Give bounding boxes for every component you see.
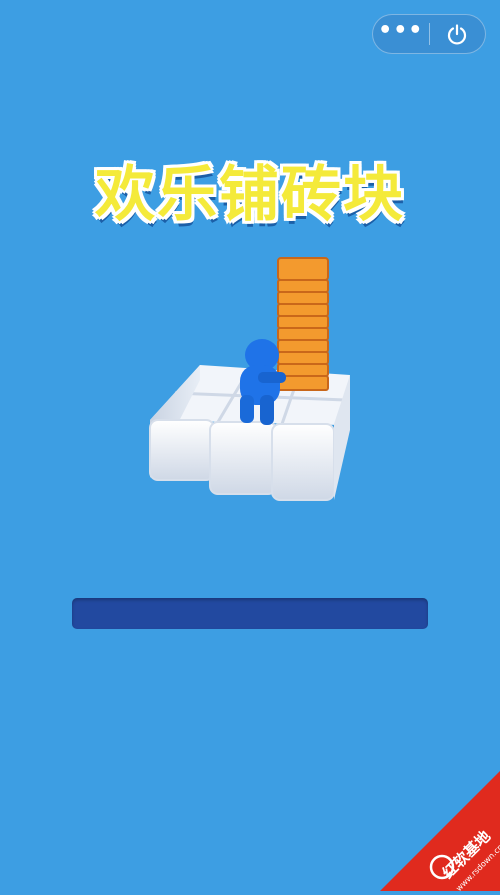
game-illustration xyxy=(140,250,370,510)
more-dots-icon: ••• xyxy=(378,18,424,43)
close-button[interactable] xyxy=(429,15,485,53)
loading-progress-bar xyxy=(72,598,428,629)
watermark-logo: 红软基地 www.rsdown.cn xyxy=(380,771,500,893)
more-button[interactable]: ••• xyxy=(373,15,429,53)
game-title: 欢乐铺砖块 xyxy=(95,160,405,230)
brick-stack xyxy=(277,257,329,391)
power-icon xyxy=(448,24,467,45)
miniprogram-capsule: ••• xyxy=(372,14,486,54)
